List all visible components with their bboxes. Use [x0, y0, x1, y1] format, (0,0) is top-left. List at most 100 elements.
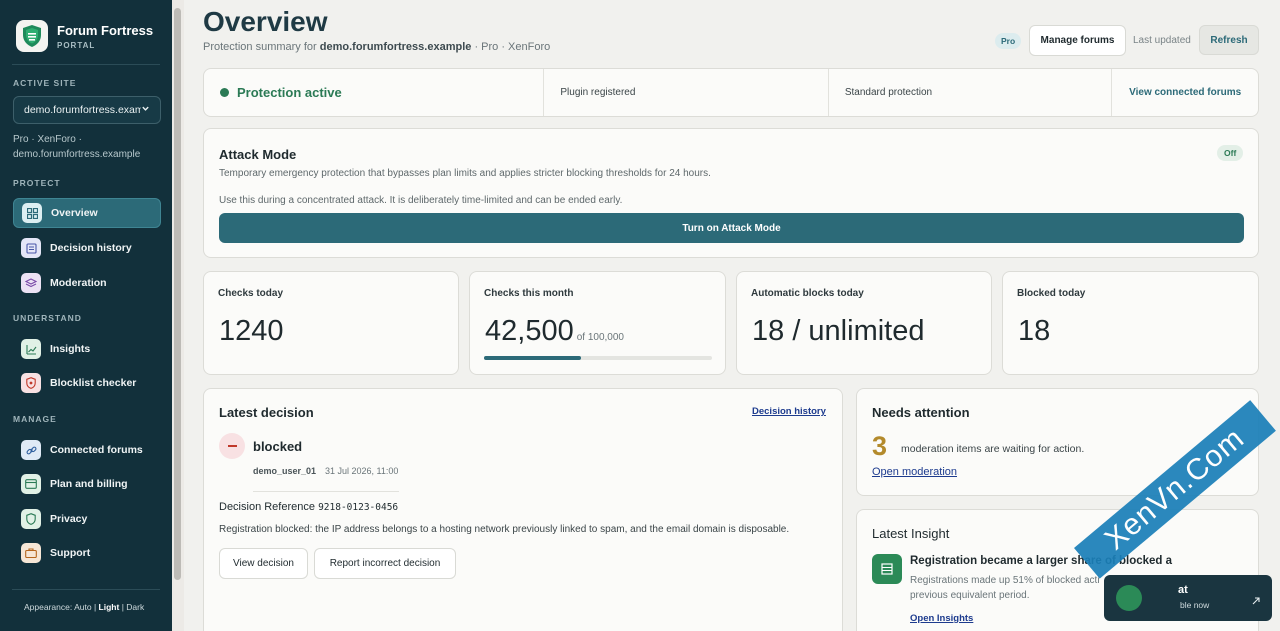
checks-progress-fill	[484, 356, 581, 360]
briefcase-icon	[21, 543, 41, 563]
sidebar-item-label: Overview	[51, 207, 98, 219]
attack-mode-note: Use this during a concentrated attack. I…	[219, 195, 623, 206]
kpi-label: Automatic blocks today	[751, 288, 864, 299]
protection-level: Standard protection	[829, 69, 1113, 116]
attack-mode-description: Temporary emergency protection that bypa…	[219, 168, 711, 179]
latest-insight-title: Latest Insight	[872, 526, 950, 541]
kpi-card: Automatic blocks today 18 / unlimited	[736, 271, 992, 375]
grid-icon	[22, 203, 42, 223]
sidebar-item-label: Decision history	[50, 242, 132, 254]
attack-mode-state-badge: Off	[1217, 145, 1244, 161]
sidebar-item-support[interactable]: Support	[13, 538, 161, 568]
section-protect: PROTECT	[13, 178, 61, 188]
latest-decision-card: Latest decision Decision history blocked…	[203, 388, 843, 631]
sidebar-item-overview[interactable]: Overview	[13, 198, 161, 228]
sidebar-item-connected-forums[interactable]: Connected forums	[13, 435, 161, 465]
sidebar-item-label: Privacy	[50, 513, 88, 525]
view-connected-forums-link[interactable]: View connected forums	[1112, 69, 1258, 116]
kpi-label: Blocked today	[1017, 288, 1086, 299]
sidebar-scrollbar[interactable]	[172, 0, 184, 631]
sidebar-item-blocklist-checker[interactable]: Blocklist checker	[13, 368, 161, 398]
chat-title: at	[1178, 584, 1188, 596]
manage-forums-button[interactable]: Manage forums	[1029, 25, 1126, 56]
chat-widget[interactable]: at ble now	[1104, 575, 1272, 621]
plan-badge: Pro	[995, 33, 1022, 49]
kpi-label: Checks this month	[484, 288, 574, 299]
latest-decision-title: Latest decision	[219, 405, 314, 420]
card-icon	[21, 474, 41, 494]
open-moderation-link[interactable]: Open moderation	[872, 466, 957, 478]
refresh-button[interactable]: Refresh	[1199, 25, 1259, 55]
section-understand: UNDERSTAND	[13, 313, 82, 323]
shield-logo-icon	[16, 20, 48, 52]
insight-body-line2: previous equivalent period.	[910, 590, 1030, 601]
appearance-light[interactable]: Light	[99, 602, 120, 612]
divider	[12, 64, 160, 65]
site-select-value: demo.forumfortress.example	[24, 104, 141, 116]
subtitle-prefix: Protection summary for	[203, 41, 317, 53]
kpi-value-wrap: 42,500 of 100,000	[485, 315, 624, 348]
chat-subtitle: ble now	[1180, 600, 1210, 610]
brand-title: Forum Fortress	[57, 22, 154, 38]
attention-count: 3	[872, 431, 888, 461]
sidebar-item-plan-and-billing[interactable]: Plan and billing	[13, 469, 161, 499]
site-select[interactable]: demo.forumfortress.example	[13, 96, 161, 124]
decision-reference-value: 9218-0123-0456	[318, 502, 399, 513]
attention-text: moderation items are waiting for action.	[901, 443, 1085, 455]
insight-headline: Registration became a larger share of bl…	[910, 555, 1173, 567]
decision-result: blocked	[253, 439, 303, 454]
attack-mode-title: Attack Mode	[219, 147, 297, 162]
sidebar-item-label: Insights	[50, 343, 91, 355]
chevron-down-icon	[141, 104, 150, 116]
brand[interactable]: Forum Fortress PORTAL	[16, 20, 153, 52]
page-subtitle: Protection summary for demo.forumfortres…	[203, 41, 550, 53]
blocked-status-icon	[219, 433, 245, 459]
kpi-value: 18	[1018, 315, 1051, 347]
decision-time: 31 Jul 2026, 11:00	[325, 466, 399, 476]
privacy-shield-icon	[21, 509, 41, 529]
divider	[253, 491, 399, 492]
appearance-auto[interactable]: Auto	[74, 602, 92, 612]
subtitle-suffix: · Pro · XenForo	[474, 41, 551, 53]
attack-mode-card: Attack Mode Off Temporary emergency prot…	[203, 128, 1259, 258]
decision-reference: Decision Reference 9218-0123-0456	[219, 501, 398, 513]
sidebar: Forum Fortress PORTAL ACTIVE SITE demo.f…	[0, 0, 172, 631]
needs-attention-title: Needs attention	[872, 405, 970, 420]
chart-icon	[21, 339, 41, 359]
status-strip: Protection active Plugin registered Stan…	[203, 68, 1259, 117]
divider	[12, 589, 160, 590]
scrollbar-thumb[interactable]	[174, 8, 181, 580]
sidebar-item-privacy[interactable]: Privacy	[13, 504, 161, 534]
kpi-quota: of 100,000	[576, 332, 624, 343]
kpi-value: 42,500	[485, 315, 574, 347]
plugin-status: Plugin registered	[544, 69, 829, 116]
kpi-card: Blocked today 18	[1002, 271, 1259, 375]
sidebar-item-decision-history[interactable]: Decision history	[13, 233, 161, 263]
sidebar-item-label: Blocklist checker	[50, 377, 137, 389]
turn-on-attack-mode-button[interactable]: Turn on Attack Mode	[219, 213, 1244, 243]
report-incorrect-decision-button[interactable]: Report incorrect decision	[314, 548, 456, 579]
sidebar-item-label: Plan and billing	[50, 478, 128, 490]
sidebar-item-label: Connected forums	[50, 444, 143, 456]
decision-reason: Registration blocked: the IP address bel…	[219, 524, 790, 535]
sidebar-item-label: Moderation	[50, 277, 107, 289]
view-decision-button[interactable]: View decision	[219, 548, 308, 579]
appearance-dark[interactable]: Dark	[126, 602, 144, 612]
sidebar-item-label: Support	[50, 547, 91, 559]
insight-body-line1: Registrations made up 51% of blocked act…	[910, 575, 1100, 586]
kpi-card: Checks this month 42,500 of 100,000	[469, 271, 726, 375]
chat-avatar-icon	[1116, 585, 1142, 611]
active-site-label: ACTIVE SITE	[13, 78, 77, 88]
external-arrow-icon	[1252, 592, 1260, 610]
layers-icon	[21, 273, 41, 293]
section-manage: MANAGE	[13, 414, 57, 424]
kpi-value: 18 / unlimited	[752, 315, 925, 347]
sidebar-item-insights[interactable]: Insights	[13, 334, 161, 364]
page-title: Overview	[203, 6, 328, 37]
kpi-card: Checks today 1240	[203, 271, 459, 375]
link-icon	[21, 440, 41, 460]
history-icon	[21, 238, 41, 258]
sidebar-item-moderation[interactable]: Moderation	[13, 268, 161, 298]
decision-history-link[interactable]: Decision history	[752, 406, 826, 417]
open-insights-link[interactable]: Open Insights	[910, 613, 973, 624]
